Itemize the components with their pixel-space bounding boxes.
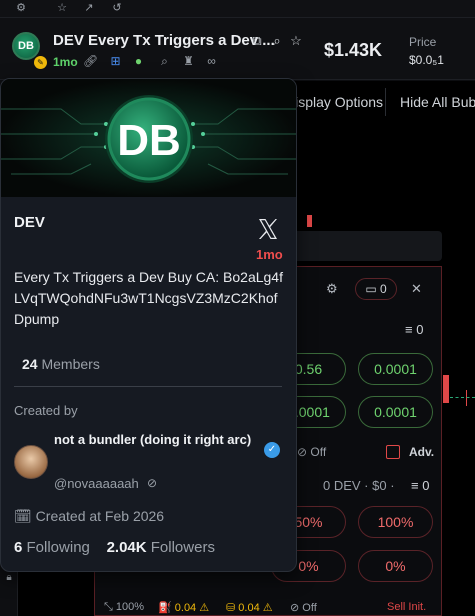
search-icon[interactable]: ⌕ [269, 33, 285, 49]
price-label: Price [409, 35, 437, 49]
sol-balance: ≡ 0 [405, 322, 424, 337]
quick-buy-button[interactable]: 0.0001 [358, 353, 433, 385]
history-icon[interactable]: ↺ [110, 1, 124, 15]
chart-candle [307, 215, 312, 227]
banner-logo-text: DB [117, 116, 181, 165]
apps-icon[interactable]: ⊞ [108, 54, 123, 69]
creator-avatar[interactable] [14, 445, 48, 479]
eye-off-icon[interactable]: ⊘ [147, 476, 157, 490]
display-options-button[interactable]: Display Options [285, 94, 383, 110]
fee-2: ⛁ 0.04 ⚠ [226, 602, 273, 614]
sell-init-label[interactable]: Sell Init. [387, 601, 426, 613]
star-icon[interactable]: ☆ [55, 1, 69, 15]
link-icon[interactable]: 🔗︎ [83, 54, 98, 69]
close-icon[interactable]: ✕ [411, 281, 422, 297]
market-cap: $1.43K [324, 40, 383, 60]
following-label: Following [26, 539, 90, 556]
token-avatar[interactable]: DB [12, 32, 40, 60]
created-by-label: Created by [14, 403, 78, 418]
creator-handle[interactable]: @novaaaaaah [54, 476, 139, 491]
top-toolbar: ⚙ ☆ ↗ ↺ [0, 0, 475, 18]
sell-pct-button[interactable]: 100% [358, 506, 433, 538]
verified-badge-icon: ✓ [264, 442, 280, 458]
fee-1: ⛽ 0.04 ⚠ [158, 602, 210, 614]
off-status: ⊘ Off [290, 602, 317, 614]
chart-candle [443, 375, 449, 403]
chart-icon[interactable]: ↗ [82, 1, 96, 15]
x-logo-icon[interactable] [256, 217, 280, 241]
pump-badge-icon: ✎ [34, 56, 47, 69]
copy-icon[interactable]: ⧉ [249, 33, 265, 49]
adv-checkbox[interactable] [386, 445, 400, 459]
github-icon[interactable]: ● [131, 54, 146, 69]
lock-icon[interactable]: 🔒︎ [2, 571, 16, 585]
toolbar-divider [385, 88, 386, 116]
wallet-button[interactable]: ▭ 0 [355, 278, 397, 300]
pill-icon[interactable]: ∞ [204, 54, 219, 69]
popover-description: Every Tx Triggers a Dev Buy CA: Bo2aLg4f… [14, 269, 283, 327]
token-age: 1mo [53, 55, 78, 69]
creator-name[interactable]: not a bundler (doing it right arc) [54, 429, 259, 450]
settings-icon[interactable]: ⚙ [14, 1, 28, 15]
star-icon[interactable]: ☆ [288, 33, 304, 49]
price-line [450, 397, 475, 398]
chart-wick [466, 390, 467, 406]
popover-title: DEV [14, 214, 45, 231]
popover-age: 1mo [256, 247, 283, 262]
followers-count: 2.04K [106, 539, 147, 556]
token-banner-image: DB [1, 79, 296, 197]
off-label: ⊘ Off [297, 445, 327, 459]
created-at: 🗓︎ Created at Feb 2026 [14, 508, 165, 524]
adv-label: Adv. [409, 445, 435, 459]
divider [14, 386, 282, 387]
token-name: DEV Every Tx Triggers a Dev ... [53, 32, 275, 49]
hide-bubbles-button[interactable]: Hide All Bub [400, 94, 475, 110]
dev-sol: ≡ 0 [411, 478, 430, 493]
token-header [0, 18, 475, 80]
following-count: 6 [14, 539, 23, 556]
chef-icon[interactable]: ♜ [181, 54, 196, 69]
sell-pct-button[interactable]: 0% [358, 550, 433, 582]
token-info-popover: DB DEV 1mo Every Tx Triggers a Dev Buy C… [0, 78, 297, 572]
followers-label: Followers [150, 539, 215, 556]
dev-summary: 0 DEV · $0 · [323, 478, 395, 493]
search-icon[interactable]: ⌕ [157, 54, 172, 69]
quick-buy-button[interactable]: 0.0001 [358, 396, 433, 428]
follow-stats: 6 Following 2.04K Followers [14, 539, 215, 556]
price-value: $0.0₅1 [409, 53, 444, 67]
settings-icon[interactable]: ⚙ [326, 281, 338, 297]
trade-footer: ⤡ 100% ⛽ 0.04 ⚠ ⛁ 0.04 ⚠ ⊘ Off Sell Init… [94, 597, 442, 616]
members-count: 24 Members [22, 356, 100, 372]
zoom-level: ⤡ 100% [104, 601, 144, 613]
